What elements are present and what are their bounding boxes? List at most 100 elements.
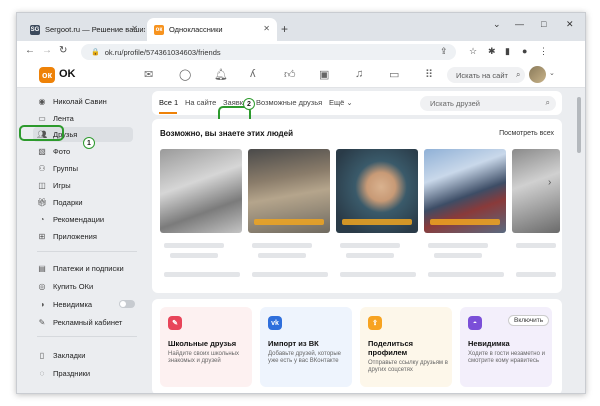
tab-online[interactable]: На сайте (185, 98, 216, 107)
search-icon: ⌕ (545, 98, 550, 107)
person-info-placeholder (258, 253, 306, 258)
new-tab-button[interactable]: + (281, 22, 288, 36)
chevron-down-icon[interactable]: ⌄ (549, 69, 555, 77)
tab-bar: SG Sergoot.ru — Решение ваших п ✕ ок Одн… (17, 13, 585, 41)
user-avatar[interactable] (529, 66, 546, 83)
sidebar-item-ads[interactable]: ✎ Рекламный кабинет (37, 316, 123, 329)
ok-logo-icon[interactable]: ок (39, 67, 55, 83)
tab-all[interactable]: Все 1 (159, 98, 178, 107)
person-name-placeholder (164, 243, 224, 248)
payments-icon: ▤ (38, 264, 46, 273)
add-button-placeholder (164, 272, 240, 277)
friends-search-placeholder: Искать друзей (430, 99, 480, 108)
sidebar-user-name[interactable]: ◉ Николай Савин (37, 95, 107, 108)
tab-search-icon[interactable]: ⌄ (493, 19, 501, 30)
ads-icon: ✎ (38, 318, 46, 327)
person-card[interactable] (424, 149, 506, 233)
sidebar-item-holidays[interactable]: ◌ Праздники (37, 367, 91, 380)
bookmarks-icon: ▯ (39, 351, 45, 360)
coin-icon: ◎ (38, 282, 46, 291)
add-button-placeholder (252, 272, 328, 277)
ok-logo-text[interactable]: OK (59, 68, 76, 80)
profile-icon[interactable]: ● (522, 46, 527, 56)
promo-title: Невидимка (468, 339, 510, 348)
tab-possible-friends[interactable]: Возможные друзья (256, 98, 322, 107)
scrollbar-thumb[interactable] (577, 97, 581, 153)
person-card[interactable] (336, 149, 418, 233)
page-scrollbar[interactable] (575, 87, 583, 393)
apps-grid-icon[interactable]: ⠿ (425, 68, 433, 81)
games-icon: ◫ (38, 181, 46, 190)
messages-icon[interactable]: ✉ (144, 68, 153, 81)
browser-window: SG Sergoot.ru — Решение ваших п ✕ ок Одн… (16, 12, 586, 394)
url-field[interactable]: 🔒 ok.ru/profile/574361034603/friends (81, 44, 456, 60)
sidebar-item-invisible[interactable]: ◑ Невидимка (37, 298, 93, 311)
url-text: ok.ru/profile/574361034603/friends (104, 47, 221, 57)
tab-more[interactable]: Ещё ⌄ (329, 98, 353, 107)
groups-icon: ⚇ (38, 164, 46, 173)
sidebar-item-payments[interactable]: ▤ Платежи и подписки (37, 262, 123, 275)
games-header-icon[interactable]: ▭ (389, 68, 399, 81)
add-button-placeholder (516, 272, 556, 277)
sergoot-favicon-icon: SG (30, 24, 40, 35)
ok-favicon-icon: ок (154, 24, 164, 35)
sidebar-item-photo[interactable]: ▧ Фото (37, 145, 70, 158)
music-icon[interactable]: ♫ (355, 68, 363, 80)
promo-school-friends[interactable]: ✎ Школьные друзья Найдите своих школьных… (160, 307, 252, 387)
guests-icon[interactable]: ʎ (250, 68, 256, 80)
address-bar-row: ← → ↻ 🔒 ok.ru/profile/574361034603/frien… (17, 41, 585, 64)
share-profile-icon: ⇪ (368, 316, 382, 330)
sidebar-item-groups[interactable]: ⚇ Группы (37, 162, 78, 175)
forward-icon[interactable]: → (42, 45, 52, 56)
promo-invisible[interactable]: ◓ Включить Невидимка Ходите в гости неза… (460, 307, 552, 387)
bookmark-star-icon[interactable]: ☆ (469, 46, 477, 57)
promo-share-profile[interactable]: ⇪ Поделиться профилем Отправьте ссылку д… (360, 307, 452, 387)
likes-icon[interactable]: 👍︎ (284, 68, 296, 81)
feed-icon: ▭ (38, 114, 46, 123)
sidebar-item-buy-oki[interactable]: ◎ Купить ОКи (37, 280, 94, 293)
tab-sergoot[interactable]: SG Sergoot.ru — Решение ваших п ✕ (23, 18, 145, 41)
sidebar-item-apps[interactable]: ⊞ Приложения (37, 230, 97, 243)
menu-dots-icon[interactable]: ⋮ (539, 46, 548, 57)
tab-title: Одноклассники (169, 25, 223, 34)
add-button-placeholder (428, 272, 504, 277)
sidebar-item-bookmarks[interactable]: ▯ Закладки (37, 349, 86, 362)
sidebar-item-games[interactable]: ◫ Игры (37, 179, 70, 192)
site-search-input[interactable]: Искать на сайт ⌕ (447, 67, 525, 83)
photo-icon: ▧ (38, 147, 46, 156)
next-arrow-icon[interactable]: › (548, 177, 551, 188)
people-suggestions-card: Возможно, вы знаете этих людей Посмотрет… (152, 119, 562, 293)
person-name-band (342, 219, 412, 225)
share-icon[interactable]: ⇪ (440, 46, 448, 57)
person-card[interactable] (512, 149, 560, 233)
discussions-icon[interactable]: ◯ (179, 68, 191, 81)
active-tab-underline (159, 112, 177, 114)
promo-desc: Найдите своих школьных знакомых и друзей (168, 351, 239, 364)
sidebar-item-gifts[interactable]: 🎁︎ Подарки (37, 196, 83, 209)
reload-icon[interactable]: ↻ (59, 45, 67, 56)
maximize-button[interactable]: □ (541, 19, 546, 29)
person-info-placeholder (170, 253, 218, 258)
minimize-button[interactable]: — (515, 19, 524, 29)
person-card[interactable] (248, 149, 330, 233)
back-icon[interactable]: ← (25, 45, 35, 56)
see-all-link[interactable]: Посмотреть всех (499, 130, 554, 137)
video-icon[interactable]: ▣ (319, 68, 329, 81)
enable-invisible-button[interactable]: Включить (508, 315, 550, 326)
friends-search-input[interactable]: Искать друзей ⌕ (420, 96, 556, 111)
sidebar-item-recommendations[interactable]: ◔ Рекомендации (37, 213, 105, 226)
person-name-placeholder (340, 243, 400, 248)
invisible-toggle[interactable] (119, 300, 135, 308)
tab-odnoklassniki[interactable]: ок Одноклассники ✕ (147, 18, 277, 41)
school-icon: ✎ (168, 316, 182, 330)
extensions-icon[interactable]: ✱ (488, 46, 496, 57)
sidebar-item-feed[interactable]: ▭ Лента (37, 112, 74, 125)
friends-filter-bar: Все 1 На сайте Заявки Возможные друзья Е… (152, 91, 562, 115)
close-window-button[interactable]: ✕ (566, 19, 574, 30)
sidebar-icon[interactable]: ▮ (505, 46, 510, 57)
close-tab-icon[interactable]: ✕ (263, 24, 270, 33)
person-card[interactable] (160, 149, 242, 233)
promo-import-vk[interactable]: vk Импорт из ВК Добавьте друзей, которые… (260, 307, 352, 387)
close-tab-icon[interactable]: ✕ (131, 24, 138, 33)
notifications-icon[interactable]: 🔔︎ (214, 68, 228, 81)
